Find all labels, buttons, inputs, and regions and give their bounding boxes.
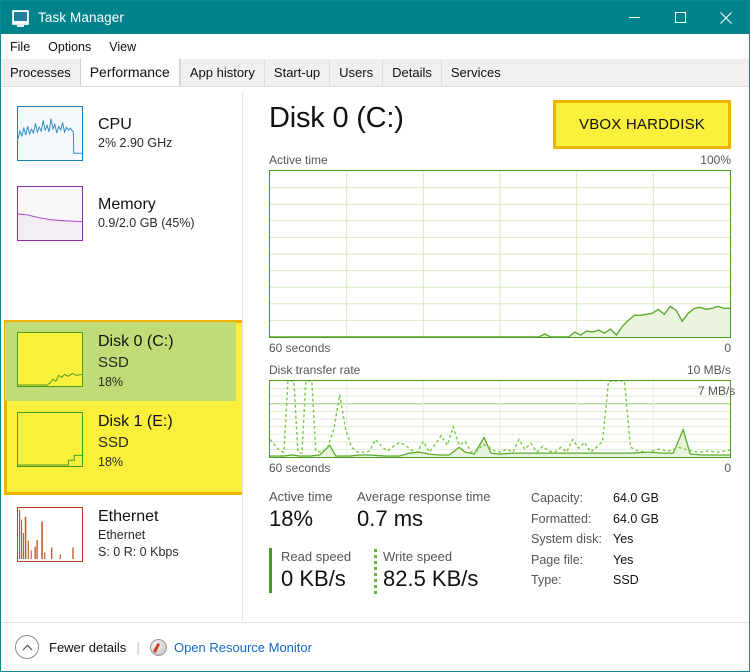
tab-start-up[interactable]: Start-up	[263, 59, 330, 86]
info-row-capacity: Capacity: 64.0 GB	[531, 488, 659, 509]
transfer-rate-graph	[269, 380, 731, 458]
info-value-page-file: Yes	[613, 552, 634, 567]
ethernet-thumbnail-graph	[17, 507, 83, 562]
active-time-axis: 60 seconds 0	[269, 341, 731, 355]
title-bar: Task Manager	[1, 1, 749, 34]
sidebar-item-memory[interactable]: Memory 0.9/2.0 GB (45%)	[2, 176, 242, 251]
stat-read-speed-label: Read speed	[281, 549, 352, 564]
ethernet-title: Ethernet	[98, 508, 159, 525]
sidebar-item-cpu[interactable]: CPU 2% 2.90 GHz	[2, 96, 242, 171]
minimize-button[interactable]	[611, 1, 657, 34]
ethernet-text: Ethernet Ethernet S: 0 R: 0 Kbps	[98, 507, 179, 561]
memory-text: Memory 0.9/2.0 GB (45%)	[98, 195, 195, 232]
active-time-graph-max: 100%	[700, 153, 731, 167]
info-row-system-disk: System disk: Yes	[531, 529, 659, 550]
tab-app-history[interactable]: App history	[179, 59, 264, 86]
transfer-rate-x-right: 0	[724, 461, 731, 475]
disk0-text: Disk 0 (C:) SSD 18%	[98, 332, 174, 391]
memory-thumbnail-graph	[17, 186, 83, 241]
sidebar-item-disk-0[interactable]: Disk 0 (C:) SSD 18%	[2, 326, 242, 398]
disk-info-table: Capacity: 64.0 GB Formatted: 64.0 GB Sys…	[531, 488, 659, 591]
transfer-rate-axis: 60 seconds 0	[269, 461, 731, 475]
transfer-rate-labels: Disk transfer rate 10 MB/s	[269, 363, 731, 377]
tab-services[interactable]: Services	[440, 59, 510, 86]
maximize-button[interactable]	[657, 1, 703, 34]
window-title: Task Manager	[38, 10, 124, 25]
performance-detail-panel: Disk 0 (C:) VBOX HARDDISK Active time 10…	[243, 88, 749, 621]
active-time-graph	[269, 170, 731, 338]
info-key-capacity: Capacity:	[531, 491, 584, 505]
menu-view[interactable]: View	[109, 38, 145, 56]
tab-performance[interactable]: Performance	[79, 58, 180, 86]
status-separator: |	[136, 639, 140, 655]
cpu-subtitle: 2% 2.90 GHz	[98, 136, 173, 150]
disk0-thumbnail-graph	[17, 332, 83, 387]
window-controls	[611, 1, 749, 34]
stats-area: Active time 18% Average response time 0.…	[269, 488, 739, 597]
tab-processes[interactable]: Processes	[1, 59, 80, 86]
stat-active-time-value: 18%	[269, 506, 314, 531]
info-row-formatted: Formatted: 64.0 GB	[531, 509, 659, 530]
active-time-graph-label: Active time	[269, 153, 328, 167]
tab-details[interactable]: Details	[382, 59, 441, 86]
ethernet-subtitle: Ethernet	[98, 528, 146, 542]
active-time-labels: Active time 100%	[269, 153, 731, 167]
status-bar: Fewer details | Open Resource Monitor	[2, 622, 749, 671]
info-value-system-disk: Yes	[613, 532, 634, 546]
transfer-rate-graph-max: 10 MB/s	[686, 363, 731, 377]
active-time-x-right: 0	[724, 341, 731, 355]
sidebar-item-disk-1[interactable]: Disk 1 (E:) SSD 18%	[2, 406, 242, 478]
disk1-text: Disk 1 (E:) SSD 18%	[98, 412, 173, 471]
cpu-thumbnail-graph	[17, 106, 83, 161]
tab-strip: Processes Performance App history Start-…	[1, 58, 749, 87]
close-button[interactable]	[703, 1, 749, 34]
stat-active-time-label: Active time	[269, 489, 333, 504]
info-key-system-disk: System disk:	[531, 532, 602, 546]
info-value-capacity: 64.0 GB	[613, 491, 659, 505]
info-key-type: Type:	[531, 573, 562, 587]
menu-bar: File Options View	[1, 34, 749, 59]
info-value-type: SSD	[613, 573, 639, 587]
memory-subtitle: 0.9/2.0 GB (45%)	[98, 216, 195, 230]
info-key-page-file: Page file:	[531, 552, 584, 567]
stat-read-speed: Read speed 0 KB/s	[269, 548, 351, 593]
fewer-details-button[interactable]: Fewer details	[49, 640, 126, 655]
disk1-subtitle: SSD	[98, 434, 129, 451]
info-value-formatted: 64.0 GB	[613, 511, 659, 526]
disk0-title: Disk 0 (C:)	[98, 333, 174, 350]
disk1-thumbnail-graph	[17, 412, 83, 467]
open-resource-monitor-link[interactable]: Open Resource Monitor	[174, 640, 312, 655]
menu-file[interactable]: File	[10, 38, 39, 56]
ethernet-throughput: S: 0 R: 0 Kbps	[98, 545, 179, 559]
disk1-title: Disk 1 (E:)	[98, 413, 173, 430]
info-row-page-file: Page file: Yes	[531, 550, 659, 571]
info-row-type: Type: SSD	[531, 570, 659, 591]
stat-active-time: Active time 18%	[269, 488, 333, 533]
chevron-up-icon[interactable]	[15, 635, 39, 659]
disk0-subtitle: SSD	[98, 354, 129, 371]
transfer-rate-graph-label: Disk transfer rate	[269, 363, 361, 377]
active-time-x-label: 60 seconds	[269, 341, 331, 355]
task-manager-icon	[12, 10, 29, 27]
disk-model-badge: VBOX HARDDISK	[553, 100, 731, 149]
stat-avg-response-value: 0.7 ms	[357, 506, 424, 531]
page-title: Disk 0 (C:)	[269, 102, 404, 134]
transfer-rate-x-label: 60 seconds	[269, 461, 331, 475]
stat-avg-response-label: Average response time	[357, 489, 491, 504]
tab-users[interactable]: Users	[329, 59, 383, 86]
task-manager-window: Task Manager File Options View Processes…	[0, 0, 750, 672]
memory-title: Memory	[98, 196, 156, 213]
cpu-text: CPU 2% 2.90 GHz	[98, 115, 172, 152]
disk0-usage: 18%	[98, 375, 124, 389]
cpu-title: CPU	[98, 116, 132, 133]
stat-read-speed-value: 0 KB/s	[281, 566, 346, 591]
sidebar-item-ethernet[interactable]: Ethernet Ethernet S: 0 R: 0 Kbps	[2, 498, 242, 574]
disk1-usage: 18%	[98, 455, 124, 469]
stat-avg-response: Average response time 0.7 ms	[357, 488, 490, 533]
transfer-rate-peak-label: 7 MB/s	[698, 384, 736, 398]
resource-sidebar[interactable]: CPU 2% 2.90 GHz Memory 0.9/2.0 GB (45%)	[2, 88, 242, 621]
menu-options[interactable]: Options	[48, 38, 100, 56]
info-key-formatted: Formatted:	[531, 511, 592, 526]
resource-monitor-icon	[149, 638, 167, 656]
